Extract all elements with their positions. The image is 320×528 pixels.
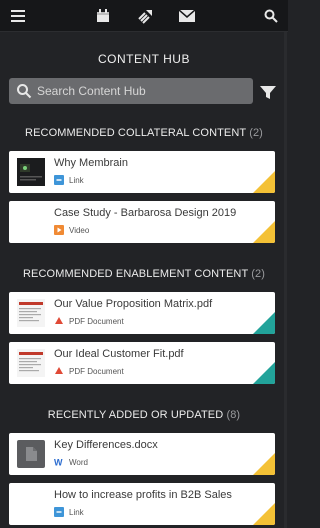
document-thumbnail [17,299,45,327]
content-type-label: Link [69,507,84,517]
content-type-label: Word [69,457,88,467]
content-card[interactable]: Our Value Proposition Matrix.pdf PDF Doc… [9,292,275,334]
rocket-icon[interactable] [136,6,156,26]
content-type: PDF Document [54,366,124,376]
document-thumbnail [17,349,45,377]
content-card[interactable]: Our Ideal Customer Fit.pdf PDF Document [9,342,275,384]
link-icon [54,507,64,517]
section-heading-enablement: RECOMMENDED ENABLEMENT CONTENT (2) [0,268,288,280]
video-thumbnail [17,158,45,186]
content-type-label: Video [69,225,90,235]
content-type: PDF Document [54,316,124,326]
category-corner-marker [253,312,275,334]
search-icon [16,83,32,99]
content-type-label: PDF Document [69,316,124,326]
category-corner-marker [253,453,275,475]
file-thumbnail [17,440,45,468]
section-count: (2) [249,127,263,139]
content-card[interactable]: Case Study - Barbarosa Design 2019 Video [9,201,275,243]
search-box[interactable] [9,78,253,104]
section-title: RECOMMENDED COLLATERAL CONTENT [25,127,247,139]
content-title: Our Ideal Customer Fit.pdf [54,348,184,360]
section-title: RECOMMENDED ENABLEMENT CONTENT [23,268,249,280]
section-title: RECENTLY ADDED OR UPDATED [47,409,224,421]
category-corner-marker [253,362,275,384]
menu-icon[interactable] [8,6,28,26]
category-corner-marker [253,221,275,243]
link-icon [54,175,64,185]
category-corner-marker [253,171,275,193]
search-icon[interactable] [261,6,281,26]
section-count: (8) [226,409,241,421]
content-card[interactable]: Key Differences.docx W Word [9,433,275,475]
pdf-icon [54,366,64,376]
content-title: Our Value Proposition Matrix.pdf [54,298,213,310]
svg-text:W: W [54,458,63,468]
content-title: How to increase profits in B2B Sales [54,489,232,501]
mail-icon[interactable] [177,6,197,26]
content-type: W Word [54,457,88,468]
content-title: Case Study - Barbarosa Design 2019 [54,207,237,219]
content-card[interactable]: Why Membrain Link [9,151,275,193]
content-type: Link [54,175,84,185]
calendar-icon[interactable] [93,6,113,26]
pdf-icon [54,316,64,326]
content-title: Why Membrain [54,157,128,169]
filter-icon[interactable] [259,83,277,101]
play-icon [54,225,64,235]
content-card[interactable]: How to increase profits in B2B Sales Lin… [9,483,275,525]
content-title: Key Differences.docx [54,439,158,451]
section-heading-collateral: RECOMMENDED COLLATERAL CONTENT (2) [0,127,288,139]
page-title: CONTENT HUB [98,52,190,66]
section-heading-recent: RECENTLY ADDED OR UPDATED (8) [0,409,288,421]
content-type: Video [54,225,89,235]
category-corner-marker [253,503,275,525]
content-type: Link [54,507,84,517]
search-input[interactable] [37,78,247,104]
content-type-label: Link [69,175,84,185]
content-type-label: PDF Document [69,366,124,376]
top-navigation-bar [0,0,288,32]
section-count: (2) [251,268,265,280]
scrollbar[interactable] [284,32,287,528]
word-icon: W [54,457,64,468]
